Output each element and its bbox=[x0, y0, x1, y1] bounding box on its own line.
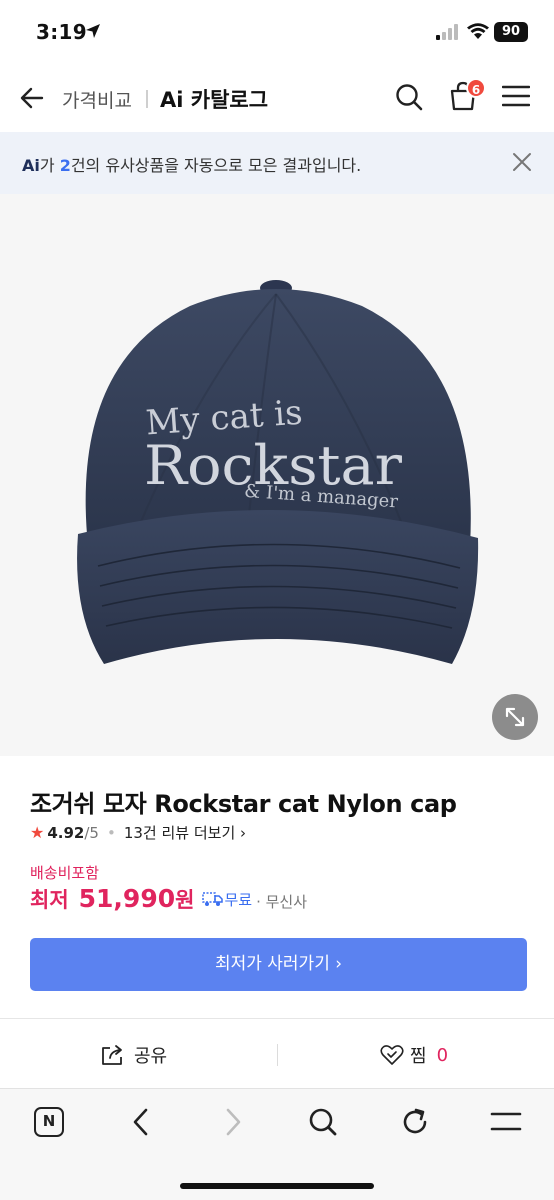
free-delivery: 무료 bbox=[202, 889, 252, 910]
hamburger-menu-icon[interactable] bbox=[502, 84, 530, 108]
price-row: 최저 51,990 원 무료 · 무신사 bbox=[30, 884, 307, 914]
browser-back-icon[interactable] bbox=[130, 1107, 152, 1137]
heart-check-icon bbox=[380, 1045, 404, 1065]
ai-notice-text: Ai가 2건의 유사상품을 자동으로 모은 결과입니다. bbox=[22, 152, 361, 176]
status-bar: 3:19 90 bbox=[0, 0, 554, 64]
cart-count-badge: 6 bbox=[466, 78, 486, 98]
divider bbox=[0, 1018, 554, 1019]
search-icon[interactable] bbox=[394, 82, 424, 112]
share-label: 공유 bbox=[134, 1046, 168, 1067]
separator-dot: • bbox=[106, 823, 116, 842]
price-value: 51,990 bbox=[78, 884, 176, 913]
product-image[interactable]: My cat is Rockstar & I'm a manager bbox=[0, 194, 554, 756]
battery-indicator: 90 bbox=[494, 22, 528, 42]
browser-forward-icon[interactable] bbox=[222, 1107, 244, 1137]
reload-icon[interactable] bbox=[400, 1107, 430, 1137]
location-arrow-icon bbox=[86, 24, 100, 38]
like-label: 찜 bbox=[410, 1046, 427, 1067]
naver-home-button[interactable]: N bbox=[34, 1107, 64, 1137]
like-button[interactable]: 찜 0 bbox=[380, 1038, 448, 1072]
price-unit: 원 bbox=[175, 888, 195, 912]
rating-value: 4.92 bbox=[47, 823, 85, 842]
cap-illustration: My cat is Rockstar & I'm a manager bbox=[77, 280, 479, 664]
product-title: 조거쉬 모자 Rockstar cat Nylon cap bbox=[30, 790, 457, 818]
truck-icon bbox=[202, 892, 224, 906]
star-icon: ★ bbox=[30, 823, 45, 842]
back-arrow-icon[interactable] bbox=[18, 84, 46, 112]
cellular-signal-icon bbox=[436, 24, 458, 40]
delivery-label: 무료 bbox=[224, 890, 253, 909]
browser-menu-icon[interactable] bbox=[490, 1111, 522, 1133]
ai-notice-banner: Ai가 2건의 유사상품을 자동으로 모은 결과입니다. bbox=[0, 132, 554, 194]
buy-lowest-price-button[interactable]: 최저가 사러가기 › bbox=[30, 938, 527, 991]
breadcrumb-price-compare[interactable]: 가격비교 bbox=[62, 86, 132, 113]
like-count: 0 bbox=[436, 1044, 449, 1066]
share-icon bbox=[102, 1045, 122, 1065]
price-prefix: 최저 bbox=[30, 888, 69, 912]
action-divider bbox=[277, 1044, 278, 1066]
wifi-icon bbox=[467, 23, 489, 39]
ai-label: Ai bbox=[22, 156, 40, 175]
share-button[interactable]: 공유 bbox=[100, 1038, 167, 1072]
rating-max: /5 bbox=[84, 823, 99, 842]
notice-text-before: 가 bbox=[39, 156, 60, 175]
browser-search-icon[interactable] bbox=[308, 1107, 338, 1137]
expand-image-button[interactable] bbox=[492, 694, 538, 740]
rating-row: ★ 4.92 /5 • 13건 리뷰 더보기 › bbox=[30, 822, 246, 843]
breadcrumb-divider bbox=[146, 90, 148, 108]
mall-name: · 무신사 bbox=[256, 893, 307, 911]
review-link[interactable]: 13건 리뷰 더보기 › bbox=[124, 822, 246, 843]
breadcrumb-ai-catalog[interactable]: Ai 카탈로그 bbox=[160, 84, 268, 114]
home-indicator[interactable] bbox=[180, 1183, 374, 1189]
notice-count: 2 bbox=[59, 156, 71, 175]
status-time: 3:19 bbox=[36, 20, 87, 44]
close-icon[interactable] bbox=[510, 150, 534, 174]
app-header: 가격비교 Ai 카탈로그 6 bbox=[0, 64, 554, 132]
expand-arrows-icon bbox=[505, 707, 525, 727]
shipping-included-label: 배송비포함 bbox=[30, 864, 100, 882]
notice-text-after: 건의 유사상품을 자동으로 모은 결과입니다. bbox=[70, 156, 362, 175]
